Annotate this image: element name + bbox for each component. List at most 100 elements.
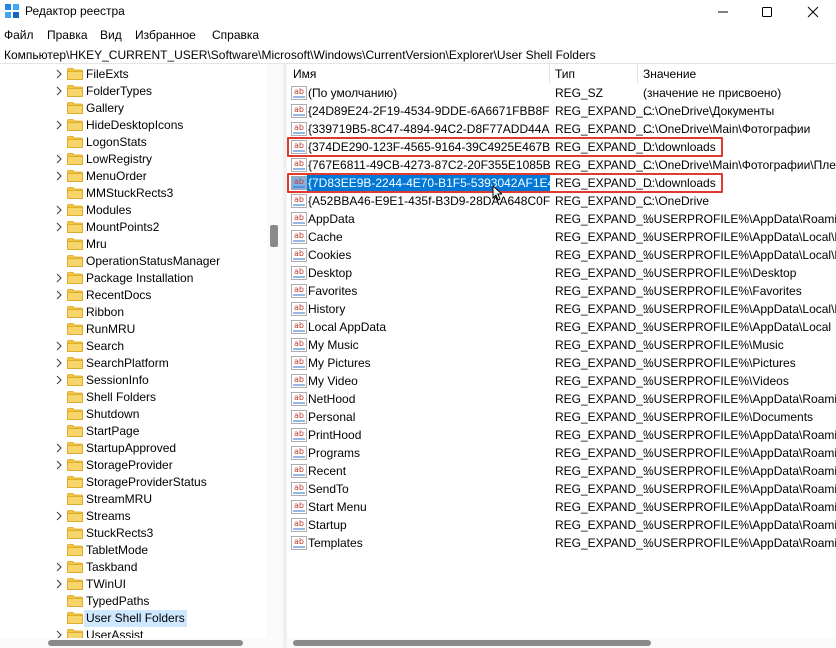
value-name[interactable]: Start Menu [307, 498, 368, 516]
value-name[interactable]: Startup [307, 516, 348, 534]
tree-item-label[interactable]: LowRegistry [84, 151, 154, 168]
tree-item-label[interactable]: Shutdown [84, 406, 141, 423]
tree-item[interactable]: FileExts [0, 66, 266, 83]
value-name[interactable]: {767E6811-49CB-4273-87C2-20F355E1085B} [307, 156, 550, 174]
tree-item[interactable]: RunMRU [0, 321, 266, 338]
value-row[interactable]: ab NetHood REG_EXPAND_... %USERPROFILE%\App… [287, 390, 836, 408]
tree-item[interactable]: Modules [0, 202, 266, 219]
value-name[interactable]: {7D83EE9B-2244-4E70-B1F5-5393042AF1E4} [307, 174, 550, 192]
chevron-right-icon[interactable] [54, 290, 64, 300]
tree-item-label[interactable]: Shell Folders [84, 389, 158, 406]
tree-item-label[interactable]: User Shell Folders [84, 610, 187, 627]
value-name[interactable]: Cookies [307, 246, 352, 264]
tree-item-label[interactable]: SearchPlatform [84, 355, 171, 372]
tree-item[interactable]: HideDesktopIcons [0, 117, 266, 134]
tree-item-label[interactable]: Modules [84, 202, 133, 219]
tree-item-label[interactable]: Mru [84, 236, 109, 253]
value-name[interactable]: Templates [307, 534, 364, 552]
tree-item-label[interactable]: SessionInfo [84, 372, 151, 389]
chevron-right-icon[interactable] [54, 154, 64, 164]
value-row[interactable]: ab My Pictures REG_EXPAND_... %USERPROFILE%… [287, 354, 836, 372]
address-bar[interactable]: Компьютер\HKEY_CURRENT_USER\Software\Mic… [0, 46, 836, 64]
value-name[interactable]: Desktop [307, 264, 353, 282]
address-path[interactable]: Компьютер\HKEY_CURRENT_USER\Software\Mic… [4, 48, 596, 62]
column-header-data[interactable]: Значение [637, 64, 836, 84]
tree-item-label[interactable]: MMStuckRects3 [84, 185, 175, 202]
chevron-right-icon[interactable] [54, 171, 64, 181]
tree-item[interactable]: OperationStatusManager [0, 253, 266, 270]
value-row[interactable]: ab {339719B5-8C47-4894-94C2-D8F77ADD44A..… [287, 120, 836, 138]
tree-item-label[interactable]: FileExts [84, 66, 131, 83]
tree-item-label[interactable]: LogonStats [84, 134, 149, 151]
tree-item-label[interactable]: Search [84, 338, 126, 355]
chevron-right-icon[interactable] [54, 460, 64, 470]
value-row[interactable]: ab Cache REG_EXPAND_... %USERPROFILE%\AppDa… [287, 228, 836, 246]
tree-item[interactable]: SearchPlatform [0, 355, 266, 372]
chevron-right-icon[interactable] [54, 273, 64, 283]
tree-item-label[interactable]: StuckRects3 [84, 525, 155, 542]
value-name[interactable]: Local AppData [307, 318, 387, 336]
tree-item-label[interactable]: StartPage [84, 423, 141, 440]
chevron-right-icon[interactable] [54, 443, 64, 453]
value-row[interactable]: ab History REG_EXPAND_... %USERPROFILE%\App… [287, 300, 836, 318]
tree-item-label[interactable]: Gallery [84, 100, 126, 117]
chevron-right-icon[interactable] [54, 511, 64, 521]
value-name[interactable]: My Pictures [307, 354, 372, 372]
tree-item[interactable]: SessionInfo [0, 372, 266, 389]
key-tree[interactable]: FileExts FolderTypes Gallery HideDesktopIco… [0, 64, 283, 648]
tree-item-label[interactable]: StartupApproved [84, 440, 178, 457]
chevron-right-icon[interactable] [54, 579, 64, 589]
chevron-right-icon[interactable] [54, 86, 64, 96]
tree-item[interactable]: TabletMode [0, 542, 266, 559]
column-header-name[interactable]: Имя [287, 64, 549, 84]
tree-item-label[interactable]: MenuOrder [84, 168, 149, 185]
tree-item[interactable]: Gallery [0, 100, 266, 117]
tree-item-label[interactable]: Ribbon [84, 304, 126, 321]
tree-item[interactable]: Streams [0, 508, 266, 525]
value-row[interactable]: ab PrintHood REG_EXPAND_... %USERPROFILE%\A… [287, 426, 836, 444]
tree-item-label[interactable]: OperationStatusManager [84, 253, 222, 270]
menu-file[interactable]: Файл [4, 28, 34, 42]
chevron-right-icon[interactable] [54, 205, 64, 215]
tree-vertical-scroll-thumb[interactable] [270, 225, 278, 247]
tree-item[interactable]: TWinUI [0, 576, 266, 593]
tree-item-label[interactable]: TabletMode [84, 542, 150, 559]
chevron-right-icon[interactable] [54, 120, 64, 130]
value-row[interactable]: ab SendTo REG_EXPAND_... %USERPROFILE%\AppD… [287, 480, 836, 498]
value-row[interactable]: ab Recent REG_EXPAND_... %USERPROFILE%\AppD… [287, 462, 836, 480]
column-header-type[interactable]: Тип [549, 64, 637, 84]
tree-item[interactable]: Search [0, 338, 266, 355]
value-name[interactable]: History [307, 300, 346, 318]
close-button[interactable] [790, 0, 836, 24]
tree-item[interactable]: Taskband [0, 559, 266, 576]
value-row[interactable]: ab {24D89E24-2F19-4534-9DDE-6A6671FBB8FE}… [287, 102, 836, 120]
value-row[interactable]: ab My Video REG_EXPAND_... %USERPROFILE%\Vi… [287, 372, 836, 390]
value-name[interactable]: {374DE290-123F-4565-9164-39C4925E467B} [307, 138, 550, 156]
value-name[interactable]: {339719B5-8C47-4894-94C2-D8F77ADD44A... [307, 120, 550, 138]
chevron-right-icon[interactable] [54, 69, 64, 79]
value-row[interactable]: ab Personal REG_EXPAND_... %USERPROFILE%\Do… [287, 408, 836, 426]
value-name[interactable]: Personal [307, 408, 356, 426]
values-horizontal-scroll-thumb[interactable] [293, 640, 651, 646]
value-row[interactable]: ab Templates REG_EXPAND_... %USERPROFILE%\A… [287, 534, 836, 552]
tree-item-label[interactable]: StorageProviderStatus [84, 474, 209, 491]
value-name[interactable]: Cache [307, 228, 344, 246]
value-row[interactable]: ab Programs REG_EXPAND_... %USERPROFILE%\Ap… [287, 444, 836, 462]
value-name[interactable]: SendTo [307, 480, 350, 498]
tree-vertical-scrollbar[interactable] [267, 64, 283, 638]
tree-item[interactable]: LogonStats [0, 134, 266, 151]
chevron-right-icon[interactable] [54, 375, 64, 385]
value-name[interactable]: Favorites [307, 282, 358, 300]
value-name[interactable]: My Video [307, 372, 359, 390]
tree-item-label[interactable]: RecentDocs [84, 287, 153, 304]
chevron-right-icon[interactable] [54, 562, 64, 572]
chevron-right-icon[interactable] [54, 341, 64, 351]
tree-item-label[interactable]: Streams [84, 508, 133, 525]
value-name[interactable]: My Music [307, 336, 360, 354]
menu-view[interactable]: Вид [100, 28, 122, 42]
values-list[interactable]: Имя Тип Значение ab (По умолчанию) REG_SZ(… [287, 64, 836, 648]
tree-item[interactable]: Shutdown [0, 406, 266, 423]
tree-item[interactable]: MountPoints2 [0, 219, 266, 236]
value-name[interactable]: {A52BBA46-E9E1-435f-B3D9-28DAA648C0F6} [307, 192, 550, 210]
tree-item-label[interactable]: MountPoints2 [84, 219, 161, 236]
